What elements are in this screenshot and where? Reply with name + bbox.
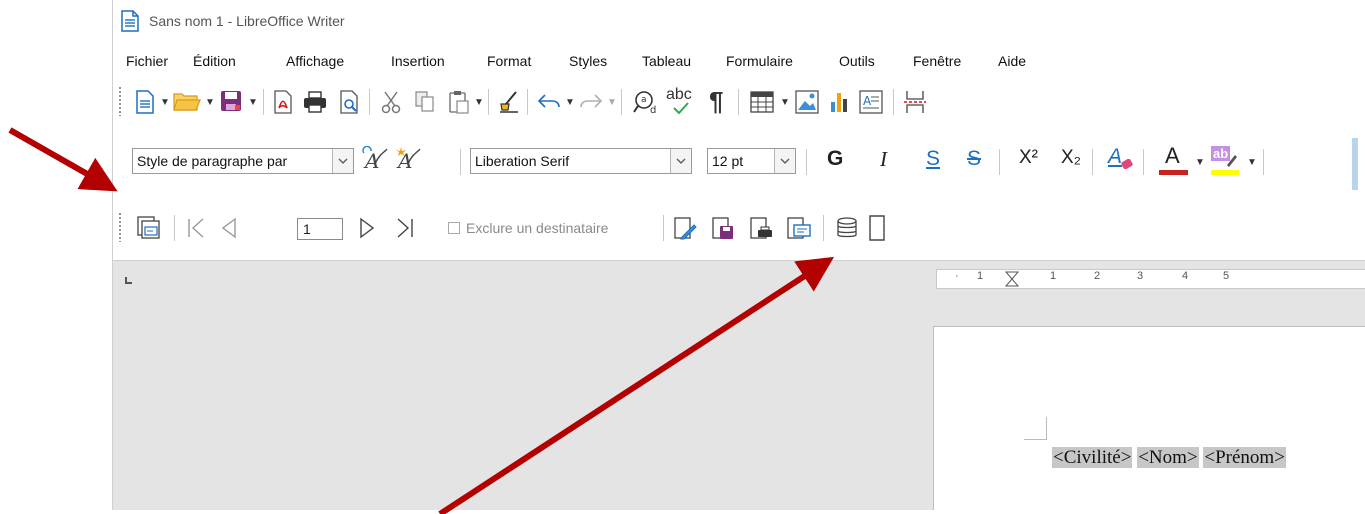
annotation-arrow-left [8, 127, 118, 192]
annotation-arrow-center [438, 256, 835, 514]
annotation-arrows [8, 127, 835, 514]
